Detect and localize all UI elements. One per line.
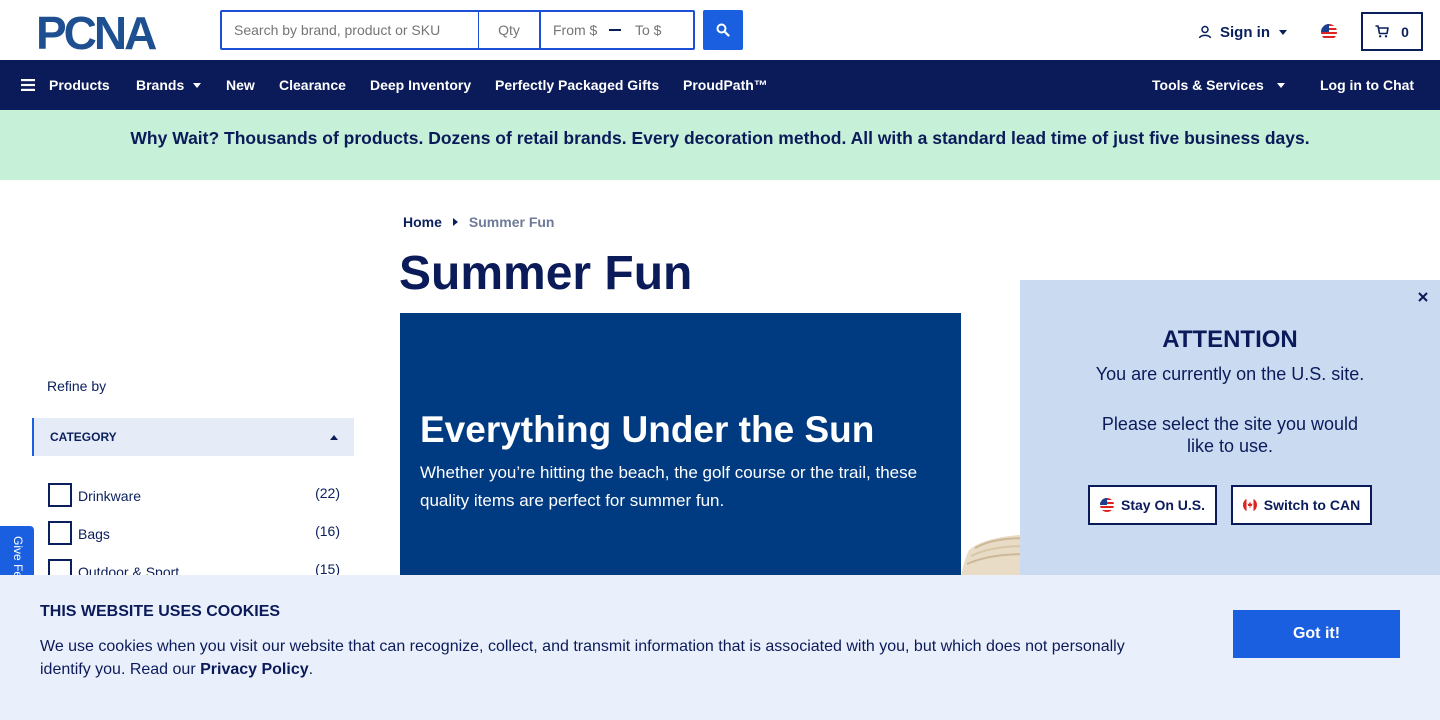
- search-button[interactable]: [703, 10, 743, 50]
- cart-count: 0: [1401, 23, 1409, 40]
- nav-gifts[interactable]: Perfectly Packaged Gifts: [495, 60, 659, 110]
- switch-to-can-label: Switch to CAN: [1263, 497, 1361, 513]
- category-count: (22): [315, 485, 340, 501]
- hero-banner[interactable]: Everything Under the Sun Whether you’re …: [400, 313, 961, 575]
- site-selector-dialog: ATTENTION You are currently on the U.S. …: [1020, 280, 1440, 580]
- nav-clearance-label: Clearance: [279, 77, 346, 93]
- category-option-drinkware[interactable]: Drinkware (22): [48, 483, 340, 507]
- cookie-title: THIS WEBSITE USES COOKIES: [40, 603, 281, 620]
- switch-to-can-button[interactable]: Switch to CAN: [1231, 485, 1372, 525]
- nav-brands[interactable]: Brands: [136, 60, 202, 110]
- main-nav: Products Brands New Clearance Deep Inven…: [0, 60, 1440, 110]
- chevron-up-icon: [330, 435, 338, 440]
- us-flag-icon[interactable]: [1321, 24, 1337, 40]
- nav-tools-label: Tools & Services: [1152, 77, 1264, 93]
- chevron-down-icon: [1279, 29, 1287, 35]
- quantity-input[interactable]: [479, 12, 541, 48]
- privacy-policy-link[interactable]: Privacy Policy: [200, 661, 309, 678]
- cart-icon: [1375, 25, 1389, 38]
- breadcrumb: Home Summer Fun: [403, 214, 554, 230]
- chevron-down-icon: [193, 82, 202, 88]
- nav-new[interactable]: New: [226, 60, 255, 110]
- promo-banner: Why Wait? Thousands of products. Dozens …: [0, 110, 1440, 180]
- sign-in-label: Sign in: [1220, 23, 1270, 41]
- chevron-right-icon: [452, 218, 458, 226]
- breadcrumb-current: Summer Fun: [468, 214, 555, 230]
- nav-clearance[interactable]: Clearance: [279, 60, 346, 110]
- got-it-button[interactable]: Got it!: [1233, 610, 1400, 658]
- checkbox[interactable]: [48, 483, 72, 507]
- canada-flag-icon: [1242, 498, 1257, 512]
- price-from-input[interactable]: [553, 22, 609, 38]
- chevron-down-icon: [1276, 82, 1285, 88]
- cookie-message: We use cookies when you visit our websit…: [40, 635, 1160, 681]
- refine-by-label: Refine by: [47, 378, 107, 394]
- nav-deep-inventory-label: Deep Inventory: [370, 77, 472, 93]
- search-input[interactable]: [222, 12, 479, 48]
- dialog-prompt: Please select the site you would like to…: [1101, 414, 1359, 456]
- close-icon[interactable]: [1416, 290, 1430, 304]
- nav-brands-label: Brands: [136, 77, 185, 93]
- pcna-logo[interactable]: PCNA: [36, 12, 184, 52]
- nav-deep-inventory[interactable]: Deep Inventory: [370, 60, 471, 110]
- category-label: Bags: [78, 526, 110, 542]
- cart-button[interactable]: 0: [1361, 12, 1423, 51]
- promo-text: Why Wait? Thousands of products. Dozens …: [130, 127, 1310, 148]
- category-option-bags[interactable]: Bags (16): [48, 521, 340, 545]
- search-bar: [220, 10, 695, 50]
- nav-gifts-label: Perfectly Packaged Gifts: [495, 77, 660, 93]
- sign-in-menu[interactable]: Sign in: [1198, 22, 1287, 42]
- cookie-banner: THIS WEBSITE USES COOKIES We use cookies…: [0, 575, 1440, 720]
- category-label: Drinkware: [78, 488, 142, 504]
- us-flag-icon: [1099, 498, 1114, 512]
- dialog-title: ATTENTION: [1162, 326, 1298, 353]
- nav-products-label: Products: [49, 77, 110, 93]
- price-to-input[interactable]: [635, 22, 691, 38]
- checkbox[interactable]: [48, 521, 72, 545]
- nav-products[interactable]: Products: [21, 60, 110, 110]
- hero-heading: Everything Under the Sun: [420, 409, 875, 450]
- stay-on-us-label: Stay On U.S.: [1120, 497, 1206, 513]
- site-header: PCNA Sign in: [0, 0, 1440, 60]
- nav-proudpath-label: ProudPath™: [683, 77, 768, 93]
- nav-chat-label: Log in to Chat: [1320, 77, 1415, 93]
- category-count: (16): [315, 523, 340, 539]
- category-filter-header[interactable]: CATEGORY: [32, 418, 354, 456]
- category-header-label: CATEGORY: [50, 430, 117, 444]
- nav-new-label: New: [226, 77, 255, 93]
- dialog-message: You are currently on the U.S. site.: [1095, 364, 1365, 384]
- stay-on-us-button[interactable]: Stay On U.S.: [1088, 485, 1217, 525]
- hero-subtext: Whether you’re hitting the beach, the go…: [420, 463, 918, 510]
- cookie-period: .: [308, 661, 314, 678]
- price-range: [541, 12, 693, 48]
- nav-login-chat[interactable]: Log in to Chat: [1320, 60, 1414, 110]
- page-title: Summer Fun: [399, 247, 693, 300]
- breadcrumb-home[interactable]: Home: [403, 214, 442, 230]
- price-range-dash: [609, 29, 621, 31]
- nav-proudpath[interactable]: ProudPath™: [683, 60, 768, 110]
- user-icon: [1198, 25, 1212, 39]
- svg-text:PCNA: PCNA: [36, 12, 156, 52]
- menu-icon: [21, 79, 35, 91]
- search-icon: [716, 23, 730, 37]
- nav-tools-services[interactable]: Tools & Services: [1152, 60, 1285, 110]
